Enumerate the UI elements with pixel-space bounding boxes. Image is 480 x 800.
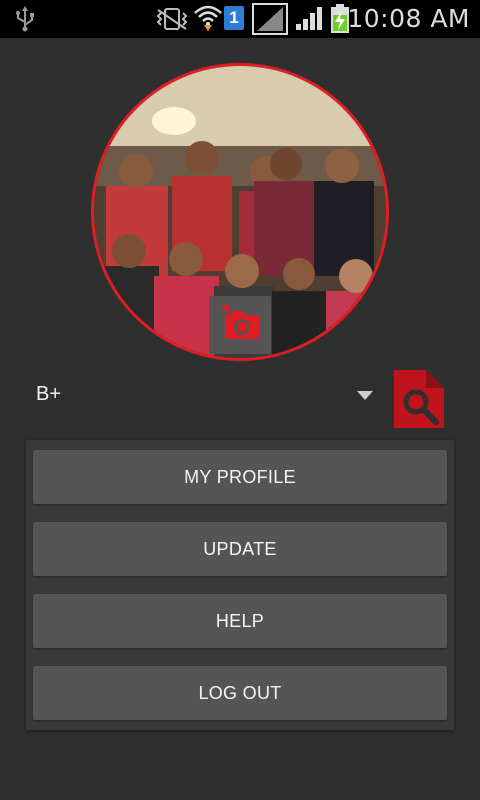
blood-group-spinner[interactable]: B+ <box>36 383 61 406</box>
my-profile-button[interactable]: MY PROFILE <box>33 450 447 504</box>
help-button[interactable]: HELP <box>33 594 447 648</box>
status-bar: 1 10:08 AM <box>0 0 480 38</box>
vibrate-mute-icon <box>155 7 189 36</box>
app-screen: B+ MY PROFILE UPDATE HELP LOG OUT <box>0 38 480 800</box>
sim-icon: 1 <box>224 6 244 30</box>
blood-group-row: B+ <box>0 364 480 434</box>
clock: 10:08 AM <box>347 4 470 33</box>
wifi-icon <box>193 3 223 36</box>
add-photo-camera-icon <box>221 303 259 339</box>
dropdown-arrow-icon[interactable] <box>357 388 373 406</box>
log-out-button[interactable]: LOG OUT <box>33 666 447 720</box>
signal-icon <box>295 5 325 36</box>
no-signal-icon <box>252 3 288 40</box>
usb-icon <box>14 6 36 37</box>
update-button[interactable]: UPDATE <box>33 522 447 576</box>
menu-panel: MY PROFILE UPDATE HELP LOG OUT <box>26 440 454 730</box>
change-photo-button[interactable] <box>209 296 271 354</box>
document-search-icon[interactable] <box>392 368 446 430</box>
